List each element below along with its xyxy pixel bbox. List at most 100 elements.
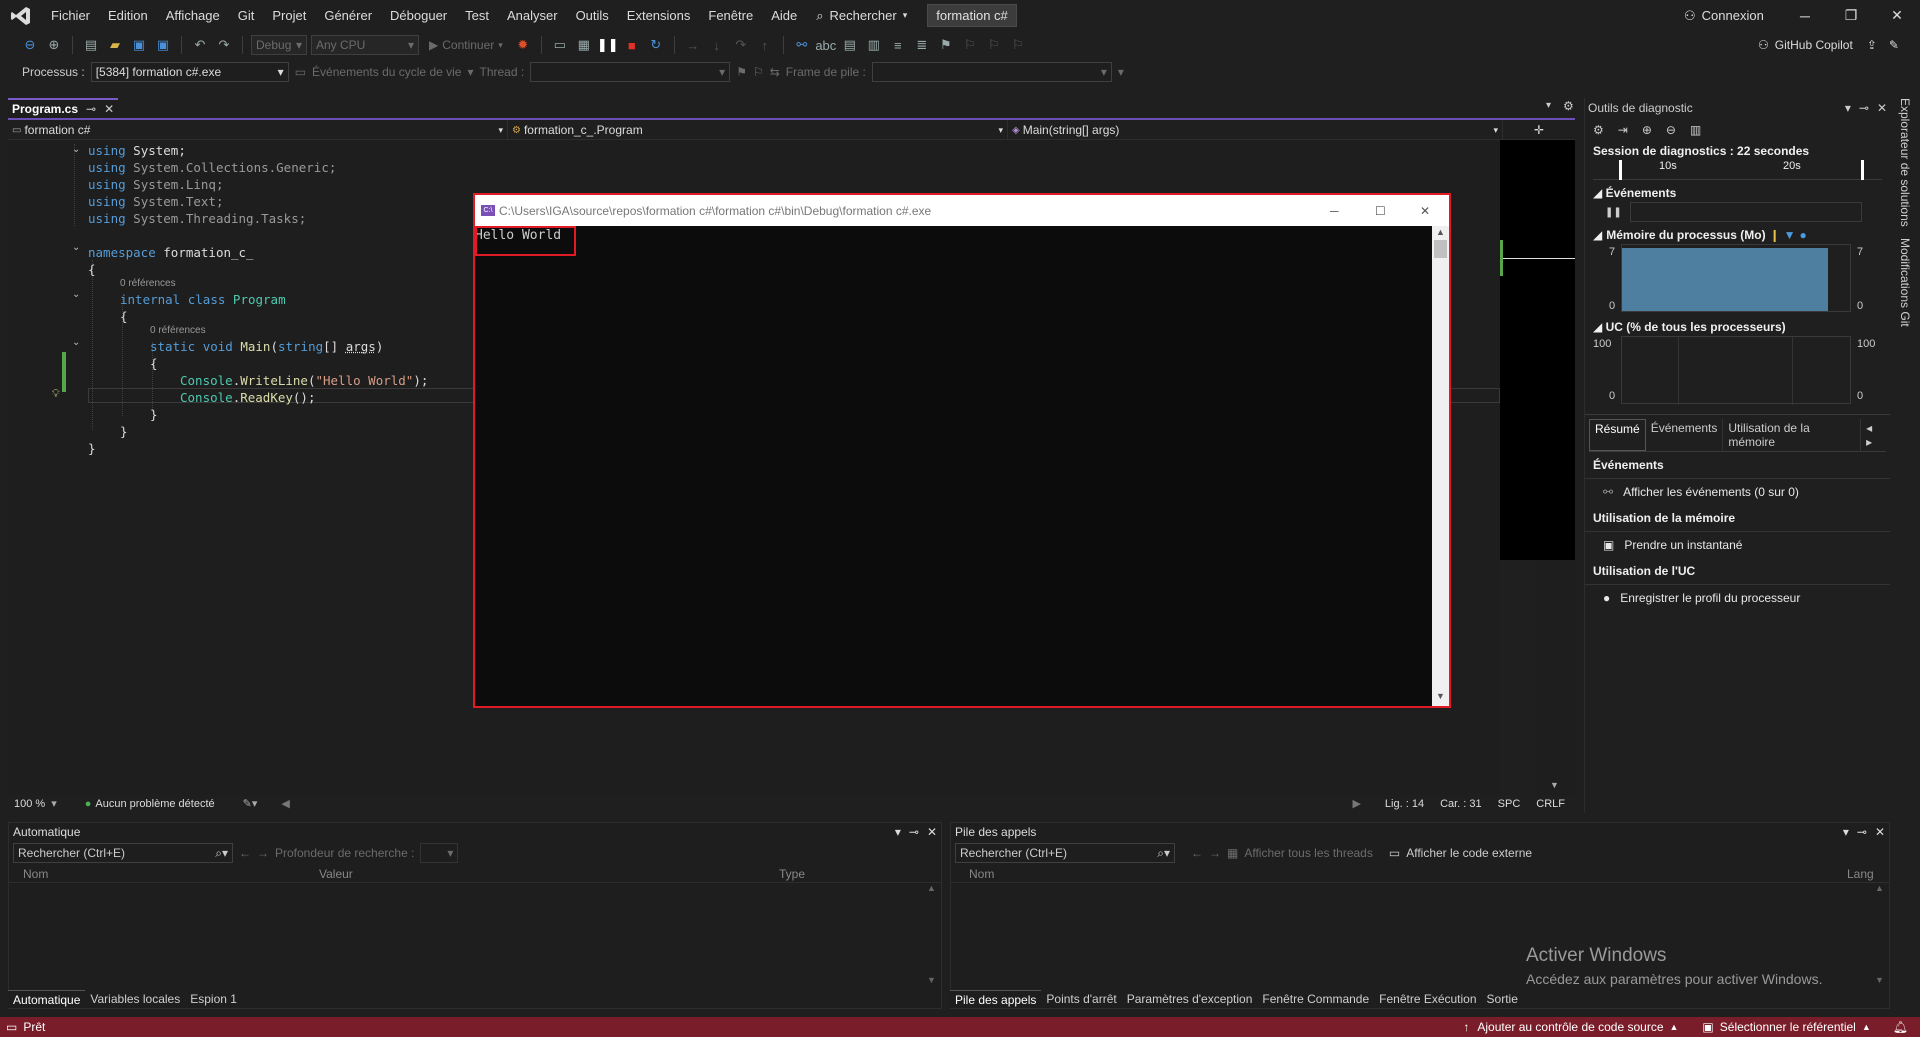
menu-item-7[interactable]: Déboguer — [381, 0, 456, 31]
column-type[interactable]: Type — [779, 867, 805, 881]
console-maximize-button[interactable]: ☐ — [1375, 204, 1386, 218]
open-folder-icon[interactable]: ▰ — [105, 35, 125, 55]
stack-frame-dropdown[interactable]: ▾ — [871, 62, 1112, 82]
close-icon[interactable]: ✕ — [1875, 825, 1885, 839]
scroll-up-icon[interactable]: ▲ — [1436, 227, 1445, 237]
back-arrow-icon[interactable]: ← — [239, 846, 251, 860]
tab-solution-explorer[interactable]: Explorateur de solutions — [1898, 98, 1912, 227]
tab-immediate-window[interactable]: Fenêtre Exécution — [1374, 990, 1481, 1008]
scroll-up-icon[interactable]: ▲ — [1875, 883, 1884, 893]
scroll-down-icon[interactable]: ▼ — [1875, 975, 1884, 985]
show-next-statement-icon[interactable]: → — [683, 35, 703, 55]
tab-autos[interactable]: Automatique — [8, 990, 86, 1008]
close-tab-icon[interactable]: ✕ — [104, 102, 114, 116]
configuration-dropdown[interactable]: Debug ▾ — [251, 35, 307, 55]
line-ending[interactable]: CRLF — [1536, 798, 1565, 810]
console-window[interactable]: C:\ C:\Users\IGA\source\repos\formation … — [473, 193, 1451, 708]
flag-icon[interactable]: ⚑ — [736, 65, 747, 79]
autos-scrollbar[interactable]: ▲ ▼ — [927, 883, 941, 987]
bookmark-icon[interactable]: ⚑ — [936, 35, 956, 55]
line-number[interactable]: Lig. : 14 — [1385, 798, 1424, 810]
problems-indicator[interactable]: Aucun problème détecté — [95, 798, 214, 810]
timeline-end-handle[interactable] — [1861, 160, 1864, 180]
pin-icon[interactable]: ⊸ — [1859, 101, 1869, 115]
split-editor-button[interactable]: ✛ — [1503, 120, 1575, 140]
zoom-in-icon[interactable]: ⊕ — [1642, 123, 1652, 137]
select-repository-button[interactable]: Sélectionner le référentiel — [1720, 1020, 1856, 1034]
whitespace-mode[interactable]: SPC — [1498, 798, 1521, 810]
fold-chevron-icon[interactable]: ⌄ — [72, 144, 80, 155]
show-external-code-button[interactable]: Afficher le code externe — [1406, 846, 1532, 860]
tab-call-stack[interactable]: Pile des appels — [950, 990, 1042, 1008]
chevron-down-icon[interactable]: ▾ — [1845, 101, 1851, 115]
column-number[interactable]: Car. : 31 — [1440, 798, 1482, 810]
menu-item-9[interactable]: Analyser — [498, 0, 567, 31]
scroll-thumb[interactable] — [1434, 240, 1447, 258]
menu-item-2[interactable]: Edition — [99, 0, 157, 31]
minimize-button[interactable]: ─ — [1782, 0, 1828, 31]
process-dropdown[interactable]: [5384] formation c#.exe ▾ — [90, 62, 289, 82]
back-icon[interactable]: ⊖ — [20, 35, 40, 55]
tab-git-changes[interactable]: Modifications Git — [1898, 238, 1912, 327]
menu-item-1[interactable]: Fichier — [42, 0, 99, 31]
tab-resume[interactable]: Résumé — [1589, 419, 1646, 451]
tab-locals[interactable]: Variables locales — [85, 990, 185, 1008]
window-layout-icon[interactable]: ▥ — [864, 35, 884, 55]
step-over-icon[interactable]: ↷ — [731, 35, 751, 55]
connexion-button[interactable]: ⚇ Connexion — [1684, 0, 1764, 31]
record-cpu-profile-button[interactable]: ● Enregistrer le profil du processeur — [1585, 585, 1890, 611]
menu-item-4[interactable]: Git — [229, 0, 264, 31]
show-events-link[interactable]: ⚯ Afficher les événements (0 sur 0) — [1585, 479, 1890, 505]
column-name[interactable]: Nom — [9, 867, 319, 881]
code-minimap[interactable] — [1500, 140, 1575, 560]
codelens-references[interactable]: 0 références — [150, 325, 206, 336]
tab-command-window[interactable]: Fenêtre Commande — [1257, 990, 1374, 1008]
stop-icon[interactable]: ■ — [622, 35, 642, 55]
layout-icon[interactable]: ▦ — [574, 35, 594, 55]
forward-arrow-icon[interactable]: → — [257, 846, 269, 860]
close-button[interactable]: ✕ — [1874, 0, 1920, 31]
bookmark-prev-icon[interactable]: ⚐ — [960, 35, 980, 55]
console-close-button[interactable]: ✕ — [1420, 204, 1430, 218]
save-icon[interactable]: ▣ — [129, 35, 149, 55]
menu-item-3[interactable]: Affichage — [157, 0, 229, 31]
lifecycle-icon[interactable]: ▭ — [295, 65, 306, 79]
close-icon[interactable]: ✕ — [1877, 101, 1887, 115]
scroll-right-icon[interactable]: ▶ — [1352, 797, 1360, 810]
console-minimize-button[interactable]: ─ — [1330, 204, 1339, 218]
tab-events[interactable]: Événements — [1646, 419, 1724, 451]
hot-reload-icon[interactable]: ✹ — [513, 35, 533, 55]
spell-check-icon[interactable]: abc — [815, 35, 836, 55]
outdent-icon[interactable]: ≣ — [912, 35, 932, 55]
indent-icon[interactable]: ≡ — [888, 35, 908, 55]
menu-item-8[interactable]: Test — [456, 0, 498, 31]
export-icon[interactable]: ⇥ — [1618, 123, 1628, 137]
fold-chevron-icon[interactable]: ⌄ — [72, 289, 80, 300]
search-button[interactable]: ⌕ Rechercher ▾ — [806, 8, 917, 24]
forward-arrow-icon[interactable]: → — [1209, 846, 1221, 860]
cleanup-icon[interactable]: ✎▾ — [243, 797, 258, 810]
save-all-icon[interactable]: ▣ — [153, 35, 173, 55]
lifecycle-events-label[interactable]: Événements du cycle de vie — [312, 65, 461, 79]
settings-icon[interactable]: ⚙ — [1563, 99, 1574, 113]
flag-threads-icon[interactable]: ⚐ — [753, 65, 764, 79]
timeline-ruler[interactable]: 10s 20s — [1593, 160, 1882, 180]
console-scrollbar[interactable]: ▲ ▼ — [1432, 226, 1449, 706]
menu-item-6[interactable]: Générer — [315, 0, 381, 31]
member-dropdown[interactable]: ◈ Main(string[] args) ▾ — [1008, 120, 1503, 140]
redo-icon[interactable]: ↷ — [214, 35, 234, 55]
column-name[interactable]: Nom — [951, 867, 1847, 881]
tab-output[interactable]: Sortie — [1482, 990, 1523, 1008]
undo-icon[interactable]: ↶ — [190, 35, 210, 55]
diagnostics-icon[interactable]: ⚯ — [792, 35, 812, 55]
scroll-up-icon[interactable]: ▲ — [927, 883, 936, 893]
settings-icon[interactable]: ⚙ — [1593, 123, 1604, 137]
pin-icon[interactable]: ⊸ — [909, 825, 919, 839]
visual-studio-logo-icon[interactable] — [0, 5, 42, 27]
fold-chevron-icon[interactable]: ⌄ — [72, 242, 80, 253]
pause-icon[interactable]: ❚❚ — [1605, 207, 1622, 218]
tab-list-icon[interactable]: ▾ — [1546, 100, 1551, 111]
back-arrow-icon[interactable]: ← — [1191, 846, 1203, 860]
fold-chevron-icon[interactable]: ⌄ — [72, 337, 80, 348]
pin-icon[interactable]: ⊸ — [1857, 825, 1867, 839]
